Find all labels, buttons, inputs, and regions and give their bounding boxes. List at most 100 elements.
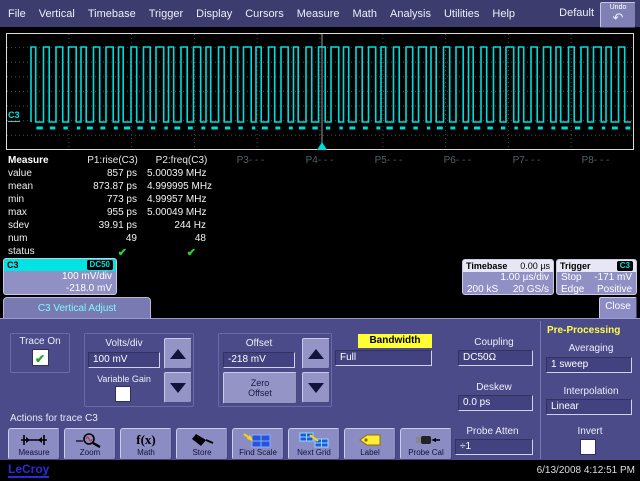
panel-divider: [540, 321, 541, 459]
measure-status: [285, 246, 354, 259]
menu-utilities[interactable]: Utilities: [444, 8, 479, 20]
menu-trigger[interactable]: Trigger: [149, 8, 183, 20]
deskew-field[interactable]: 0.0 ps: [458, 395, 533, 411]
deskew-label: Deskew: [455, 382, 533, 393]
menu-timebase[interactable]: Timebase: [88, 8, 136, 20]
measure-value: 5.00049 MHz: [147, 207, 216, 220]
bandwidth-field[interactable]: Full: [335, 350, 432, 366]
measure-value: 39.91 ps: [78, 220, 147, 233]
measure-panel: MeasureP1:rise(C3)P2:freq(C3)P3- - -P4- …: [0, 153, 640, 258]
timebase-descriptor-box[interactable]: Timebase 0.00 µs 1.00 µs/div 200 kS 20 G…: [462, 259, 554, 295]
menu-math[interactable]: Math: [353, 8, 377, 20]
probe-atten-label: Probe Atten: [450, 426, 535, 437]
offset-up-button[interactable]: [302, 338, 330, 369]
offset-label: Offset: [219, 338, 299, 349]
measure-value: [216, 168, 285, 181]
measure-row-label: min: [0, 194, 78, 207]
offset-down-button[interactable]: [302, 372, 330, 403]
measure-value: [423, 233, 492, 246]
measure-value: [423, 168, 492, 181]
menu-measure[interactable]: Measure: [297, 8, 340, 20]
caliper-icon: [18, 432, 50, 448]
trace-on-checkbox[interactable]: ✔: [32, 349, 49, 366]
trace-on-label: Trace On: [11, 336, 69, 347]
close-button[interactable]: Close: [599, 297, 637, 319]
invert-checkbox[interactable]: ✔: [580, 439, 596, 455]
measure-row-label: sdev: [0, 220, 78, 233]
measure-value: 244 Hz: [147, 220, 216, 233]
timebase-rate: 20 GS/s: [513, 284, 549, 295]
channel-descriptor-box[interactable]: C3 DC50 100 mV/div -218.0 mV: [3, 258, 117, 295]
volts-down-button[interactable]: [164, 372, 192, 403]
zero-offset-button[interactable]: Zero Offset: [223, 372, 297, 404]
volts-up-button[interactable]: [164, 338, 192, 369]
measure-col-header: P2:freq(C3): [147, 155, 216, 168]
channel-descriptor-title: C3: [7, 260, 19, 270]
vertical-adjust-dialog: C3 Vertical Adjust Close Trace On ✔ Volt…: [0, 296, 640, 460]
toolbar-button-label: Next Grid: [297, 448, 331, 458]
measure-value: [354, 220, 423, 233]
menu-default[interactable]: Default: [559, 7, 594, 19]
waveform-display[interactable]: C3: [0, 29, 640, 153]
menu-display[interactable]: Display: [196, 8, 232, 20]
down-arrow-icon: [170, 383, 186, 393]
menu-bar: File Vertical Timebase Trigger Display Cursor…: [0, 0, 640, 29]
trigger-marker-icon[interactable]: [317, 142, 327, 150]
measure-value: 857 ps: [78, 168, 147, 181]
coupling-field[interactable]: DC50Ω: [458, 350, 533, 366]
measure-value: [285, 194, 354, 207]
trigger-descriptor-box[interactable]: Trigger C3 Stop -171 mV Edge Positive: [556, 259, 637, 295]
averaging-field[interactable]: 1 sweep: [546, 357, 632, 373]
waveform-grid: [6, 33, 634, 150]
timebase-scale: 1.00 µs/div: [463, 272, 553, 284]
measure-value: 5.00039 MHz: [147, 168, 216, 181]
measure-status: [423, 246, 492, 259]
trigger-source-badge: C3: [617, 261, 633, 271]
toolbar-find-scale-button[interactable]: Find Scale: [232, 428, 284, 460]
toolbar-button-label: Store: [192, 448, 211, 458]
toolbar-store-button[interactable]: Store: [176, 428, 228, 460]
toolbar-math-button[interactable]: f(x)Math: [120, 428, 172, 460]
undo-button[interactable]: Undo ↶: [600, 2, 636, 28]
measure-value: [216, 181, 285, 194]
menu-analysis[interactable]: Analysis: [390, 8, 431, 20]
menu-cursors[interactable]: Cursors: [245, 8, 284, 20]
menu-file[interactable]: File: [8, 8, 26, 20]
measure-value: [285, 168, 354, 181]
measure-status: [216, 246, 285, 259]
offset-field[interactable]: -218 mV: [223, 352, 295, 368]
measure-col-header: P6- - -: [423, 155, 492, 168]
toolbar-label-button[interactable]: Label: [344, 428, 396, 460]
measure-table: MeasureP1:rise(C3)P2:freq(C3)P3- - -P4- …: [0, 153, 640, 259]
measure-value: [354, 207, 423, 220]
variable-gain-checkbox[interactable]: ✔: [115, 386, 131, 402]
measure-row-label: max: [0, 207, 78, 220]
probe-atten-field[interactable]: ÷1: [455, 439, 533, 455]
tab-c3-vertical-adjust[interactable]: C3 Vertical Adjust: [3, 297, 151, 319]
interpolation-field[interactable]: Linear: [546, 399, 632, 415]
toolbar-next-grid-button[interactable]: Next Grid: [288, 428, 340, 460]
coupling-label: Coupling: [455, 337, 533, 348]
measure-row-label: value: [0, 168, 78, 181]
offset-group: Offset -218 mV Zero Offset: [218, 333, 332, 407]
preprocessing-title: Pre-Processing: [547, 325, 620, 336]
menu-vertical[interactable]: Vertical: [39, 8, 75, 20]
channel-indicator[interactable]: C3: [8, 110, 20, 122]
measure-value: [216, 220, 285, 233]
measure-value: 49: [78, 233, 147, 246]
toolbar-zoom-button[interactable]: Zoom: [64, 428, 116, 460]
menu-help[interactable]: Help: [492, 8, 515, 20]
measure-value: [492, 220, 561, 233]
toolbar-probe-cal-button[interactable]: Probe Cal: [400, 428, 452, 460]
zero-offset-label: Zero Offset: [240, 378, 280, 398]
volts-div-field[interactable]: 100 mV: [88, 352, 160, 368]
measure-value: [423, 181, 492, 194]
measure-value: [354, 233, 423, 246]
toolbar-button-label: Measure: [18, 448, 49, 458]
store-icon: [186, 432, 218, 448]
invert-label: Invert: [560, 426, 620, 437]
toolbar-measure-button[interactable]: Measure: [8, 428, 60, 460]
averaging-label: Averaging: [550, 343, 632, 354]
up-arrow-icon: [308, 349, 324, 359]
measure-value: 955 ps: [78, 207, 147, 220]
